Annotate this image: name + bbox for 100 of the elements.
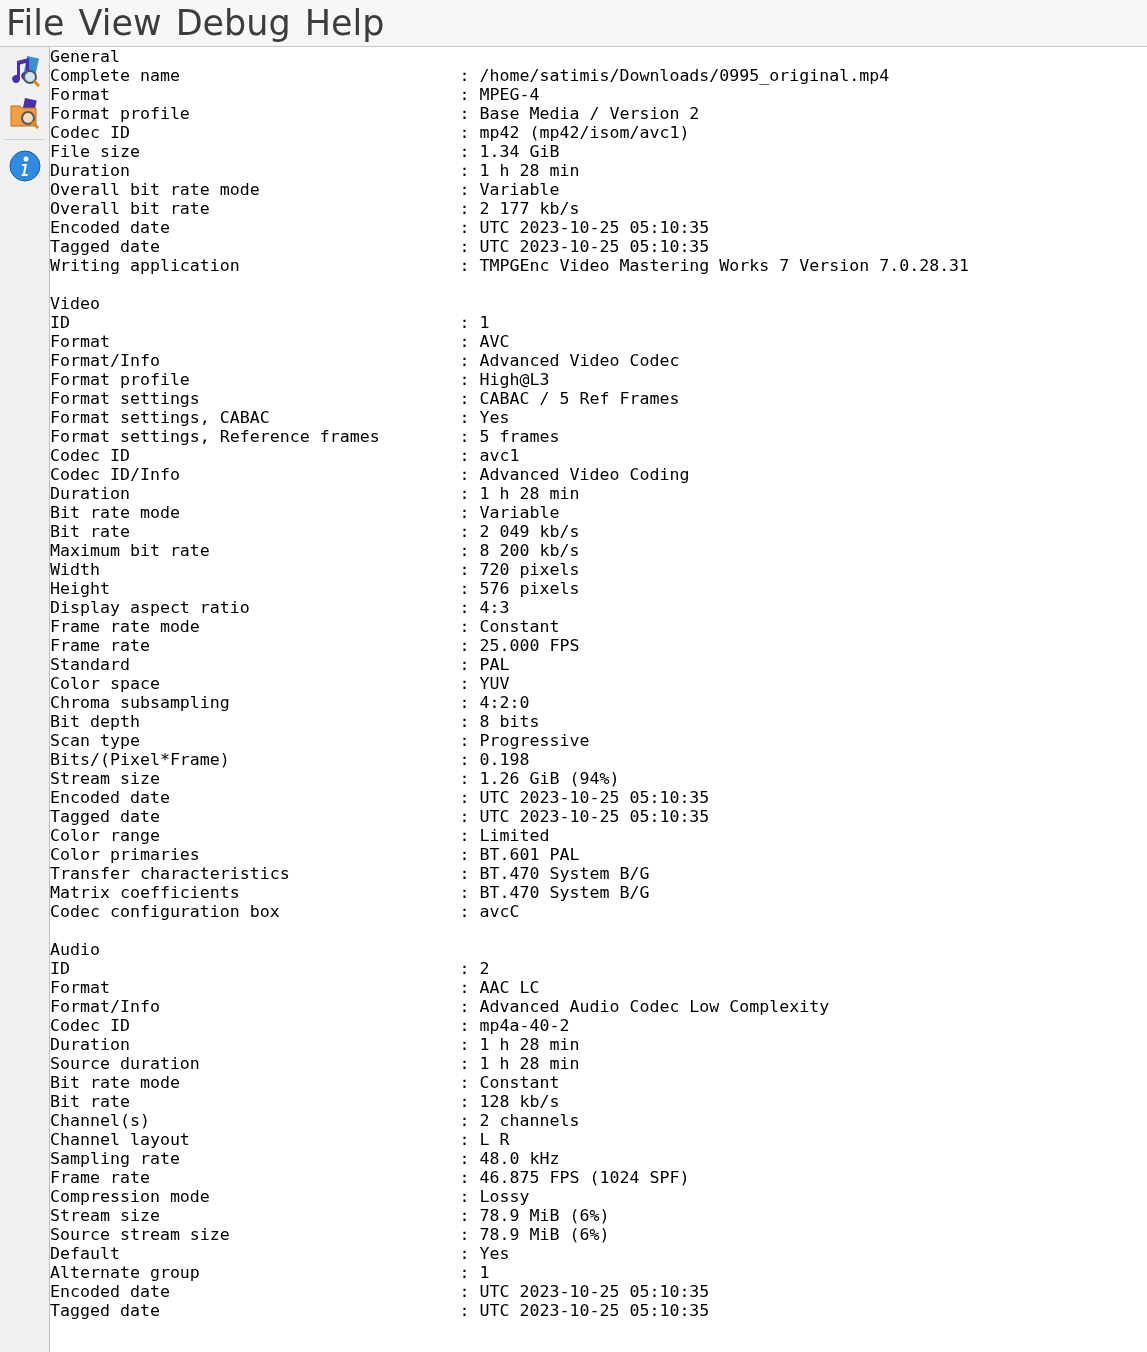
field-label: Source stream size <box>50 1225 231 1244</box>
field-value: : Yes <box>459 1244 510 1263</box>
field-label: Format <box>50 978 111 997</box>
field-label: ID <box>50 959 71 978</box>
field-value: : PAL <box>459 655 510 674</box>
field-label: Color range <box>50 826 161 845</box>
field-label: Format/Info <box>50 997 161 1016</box>
field-value: : Advanced Video Coding <box>459 465 690 484</box>
menu-item[interactable]: View <box>78 5 162 41</box>
field-label: Encoded date <box>50 788 171 807</box>
field-value: : mp42 (mp42/isom/avc1) <box>459 123 690 142</box>
field-label: Sampling rate <box>50 1149 181 1168</box>
field-value: : 0.198 <box>459 750 530 769</box>
field-label: Format <box>50 332 111 351</box>
field-label: ID <box>50 313 71 332</box>
field-label: Bit depth <box>50 712 141 731</box>
field-value: : Variable <box>459 503 560 522</box>
field-label: Frame rate <box>50 1168 151 1187</box>
field-label: Color primaries <box>50 845 201 864</box>
field-label: Alternate group <box>50 1263 201 1282</box>
field-value: : L R <box>459 1130 510 1149</box>
menu-item[interactable]: Debug <box>175 5 291 41</box>
field-value: : Advanced Audio Codec Low Complexity <box>459 997 830 1016</box>
field-value: : 8 bits <box>459 712 540 731</box>
field-value: : MPEG-4 <box>459 85 540 104</box>
field-label: Complete name <box>50 66 181 85</box>
field-value: : avcC <box>459 902 520 921</box>
field-label: Format/Info <box>50 351 161 370</box>
field-label: Encoded date <box>50 218 171 237</box>
folder-search-icon[interactable] <box>8 97 41 129</box>
field-label: Color space <box>50 674 161 693</box>
field-label: Frame rate mode <box>50 617 201 636</box>
field-value: : mp4a-40-2 <box>459 1016 570 1035</box>
field-value: : Base Media / Version 2 <box>459 104 700 123</box>
field-value: : 128 kb/s <box>459 1092 560 1111</box>
field-label: Transfer characteristics <box>50 864 291 883</box>
field-label: Overall bit rate mode <box>50 180 261 199</box>
field-label: Writing application <box>50 256 241 275</box>
field-value: : 1 <box>459 313 490 332</box>
field-value: : 78.9 MiB (6%) <box>459 1225 610 1244</box>
field-label: Bits/(Pixel*Frame) <box>50 750 231 769</box>
field-value: : 46.875 FPS (1024 SPF) <box>459 1168 690 1187</box>
field-value: : UTC 2023-10-25 05:10:35 <box>459 1301 710 1320</box>
field-value: : YUV <box>459 674 510 693</box>
field-label: Format settings, CABAC <box>50 408 271 427</box>
field-value: : UTC 2023-10-25 05:10:35 <box>459 218 710 237</box>
field-label: Tagged date <box>50 237 161 256</box>
section-title: General <box>50 47 121 66</box>
field-value: : CABAC / 5 Ref Frames <box>459 389 680 408</box>
field-value: : UTC 2023-10-25 05:10:35 <box>459 807 710 826</box>
field-label: Codec ID/Info <box>50 465 181 484</box>
field-value: : 4:3 <box>459 598 510 617</box>
field-value: : 1 h 28 min <box>459 1035 580 1054</box>
field-value: : 4:2:0 <box>459 693 530 712</box>
field-value: : 720 pixels <box>459 560 580 579</box>
field-label: Format profile <box>50 104 191 123</box>
field-value: : 2 channels <box>459 1111 580 1130</box>
field-label: Codec ID <box>50 446 131 465</box>
field-value: : 1 <box>459 1263 490 1282</box>
field-label: Format <box>50 85 111 104</box>
field-value: : AVC <box>459 332 510 351</box>
field-label: Duration <box>50 1035 131 1054</box>
field-label: Overall bit rate <box>50 199 211 218</box>
field-label: Channel layout <box>50 1130 191 1149</box>
field-value: : BT.470 System B/G <box>459 864 650 883</box>
field-value: : 1 h 28 min <box>459 1054 580 1073</box>
field-label: Default <box>50 1244 121 1263</box>
field-label: Compression mode <box>50 1187 211 1206</box>
info-icon[interactable] <box>8 150 41 182</box>
field-value: : 25.000 FPS <box>459 636 580 655</box>
field-label: Bit rate <box>50 1092 131 1111</box>
field-value: : AAC LC <box>459 978 540 997</box>
field-label: Width <box>50 560 101 579</box>
field-value: : avc1 <box>459 446 520 465</box>
field-value: : Yes <box>459 408 510 427</box>
field-label: Format settings <box>50 389 201 408</box>
field-value: : UTC 2023-10-25 05:10:35 <box>459 1282 710 1301</box>
field-label: Encoded date <box>50 1282 171 1301</box>
field-label: Duration <box>50 161 131 180</box>
field-label: Matrix coefficients <box>50 883 241 902</box>
field-value: : 1 h 28 min <box>459 161 580 180</box>
field-value: : 78.9 MiB (6%) <box>459 1206 610 1225</box>
menu-item[interactable]: Help <box>304 5 385 41</box>
field-label: Format profile <box>50 370 191 389</box>
field-value: : 8 200 kb/s <box>459 541 580 560</box>
field-label: Maximum bit rate <box>50 541 211 560</box>
section-title: Audio <box>50 940 101 959</box>
field-value: : TMPGEnc Video Mastering Works 7 Version 7.0.28.31 <box>459 256 970 275</box>
field-value: : Constant <box>459 617 560 636</box>
field-label: Source duration <box>50 1054 201 1073</box>
field-label: Scan type <box>50 731 141 750</box>
field-label: Bit rate mode <box>50 1073 181 1092</box>
field-value: : BT.470 System B/G <box>459 883 650 902</box>
field-value: : 2 <box>459 959 490 978</box>
field-label: Standard <box>50 655 131 674</box>
field-value: : 1 h 28 min <box>459 484 580 503</box>
field-label: Frame rate <box>50 636 151 655</box>
field-label: Tagged date <box>50 807 161 826</box>
field-value: : Variable <box>459 180 560 199</box>
menu-item[interactable]: File <box>6 5 65 41</box>
